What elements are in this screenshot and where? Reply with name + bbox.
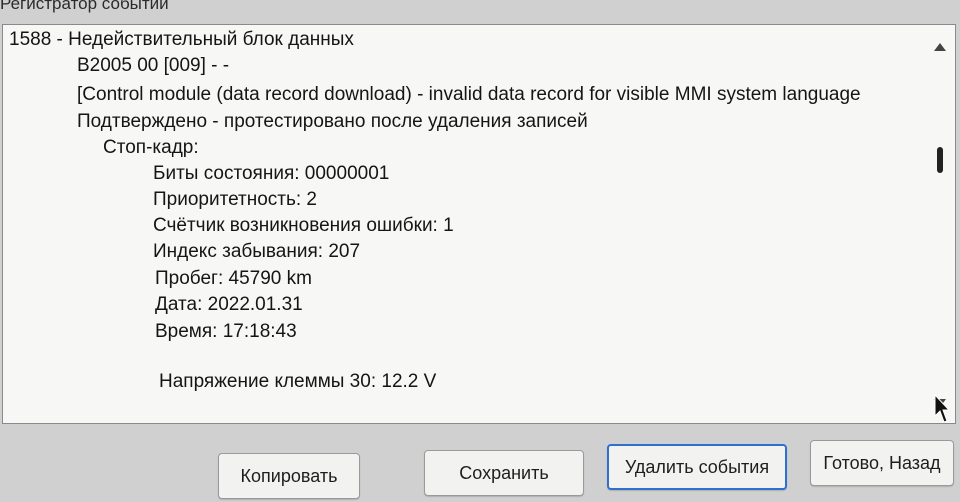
- log-line-occurrence-counter: Счётчик возникновения ошибки: 1: [153, 215, 454, 236]
- log-line-description: [Control module (data record download) -…: [77, 84, 861, 105]
- log-line-time: Время: 17:18:43: [155, 321, 297, 342]
- vertical-scrollbar[interactable]: [929, 35, 951, 415]
- log-line-error-code: B2005 00 [009] - -: [77, 55, 230, 76]
- log-line-voltage: Напряжение клеммы 30: 12.2 V: [159, 371, 437, 392]
- done-back-button[interactable]: Готово, Назад: [810, 440, 954, 486]
- log-line-mileage: Пробег: 45790 km: [155, 268, 312, 289]
- log-line-status-bits: Биты состояния: 00000001: [153, 163, 390, 184]
- scroll-up-arrow-icon[interactable]: [934, 43, 946, 51]
- log-line-status: Подтверждено - протестировано после удал…: [77, 111, 588, 132]
- window-title: Регистратор событий: [0, 0, 169, 13]
- save-button[interactable]: Сохранить: [424, 450, 584, 496]
- log-line-forget-index: Индекс забывания: 207: [153, 241, 361, 262]
- log-line-error-title: 1588 - Недействительный блок данных: [9, 29, 354, 50]
- delete-events-button[interactable]: Удалить события: [607, 444, 787, 490]
- event-log-panel[interactable]: 1588 - Недействительный блок данных B200…: [2, 24, 956, 424]
- log-line-date: Дата: 2022.01.31: [155, 294, 303, 315]
- copy-button[interactable]: Копировать: [218, 453, 360, 499]
- log-line-freeze-frame: Стоп-кадр:: [103, 137, 199, 158]
- log-line-priority: Приоритетность: 2: [153, 189, 317, 210]
- mouse-pointer-icon: [934, 394, 950, 423]
- scroll-thumb[interactable]: [937, 147, 943, 173]
